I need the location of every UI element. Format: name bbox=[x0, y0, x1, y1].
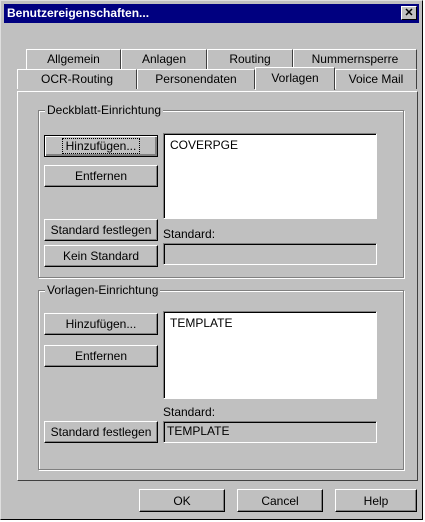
coverpage-remove-button[interactable]: Entfernen bbox=[44, 165, 158, 187]
tab-routing[interactable]: Routing bbox=[207, 49, 293, 69]
template-group-title: Vorlagen-Einrichtung bbox=[45, 283, 161, 297]
coverpage-no-default-button[interactable]: Kein Standard bbox=[44, 245, 158, 267]
list-item[interactable]: TEMPLATE bbox=[170, 316, 370, 330]
coverpage-set-default-button[interactable]: Standard festlegen bbox=[44, 219, 158, 241]
template-default-field: TEMPLATE bbox=[163, 421, 377, 443]
template-add-button[interactable]: Hinzufügen... bbox=[44, 313, 158, 335]
list-item[interactable]: COVERPGE bbox=[170, 138, 370, 152]
template-set-default-button[interactable]: Standard festlegen bbox=[44, 421, 158, 443]
coverpage-group: Deckblatt-Einrichtung Hinzufügen... Entf… bbox=[38, 103, 404, 278]
tab-panel-vorlagen: Deckblatt-Einrichtung Hinzufügen... Entf… bbox=[17, 91, 418, 481]
help-button[interactable]: Help bbox=[335, 489, 417, 512]
tab-allgemein[interactable]: Allgemein bbox=[26, 49, 121, 69]
coverpage-default-field bbox=[163, 243, 377, 265]
template-list[interactable]: TEMPLATE bbox=[163, 311, 377, 399]
template-remove-button[interactable]: Entfernen bbox=[44, 345, 158, 367]
close-icon[interactable]: ✕ bbox=[401, 6, 417, 20]
tab-nummernsperre[interactable]: Nummernsperre bbox=[293, 49, 417, 69]
tab-personendaten[interactable]: Personendaten bbox=[137, 69, 255, 89]
template-group: Vorlagen-Einrichtung Hinzufügen... Entfe… bbox=[38, 283, 404, 470]
tab-anlagen[interactable]: Anlagen bbox=[121, 49, 207, 69]
coverpage-default-label: Standard: bbox=[163, 227, 216, 241]
title-bar[interactable]: Benutzereigenschaften... ✕ bbox=[4, 4, 419, 23]
template-default-label: Standard: bbox=[163, 405, 216, 419]
dialog-window: Benutzereigenschaften... ✕ Allgemein Anl… bbox=[0, 0, 423, 520]
tab-voice-mail[interactable]: Voice Mail bbox=[335, 69, 417, 89]
coverpage-group-title: Deckblatt-Einrichtung bbox=[45, 103, 164, 117]
tab-ocr-routing[interactable]: OCR-Routing bbox=[17, 69, 137, 89]
ok-button[interactable]: OK bbox=[139, 489, 225, 512]
coverpage-add-button[interactable]: Hinzufügen... bbox=[44, 135, 158, 157]
coverpage-add-label: Hinzufügen... bbox=[61, 138, 141, 154]
window-title: Benutzereigenschaften... bbox=[7, 6, 150, 20]
tab-vorlagen[interactable]: Vorlagen bbox=[255, 67, 335, 90]
coverpage-list[interactable]: COVERPGE bbox=[163, 133, 377, 219]
cancel-button[interactable]: Cancel bbox=[237, 489, 323, 512]
